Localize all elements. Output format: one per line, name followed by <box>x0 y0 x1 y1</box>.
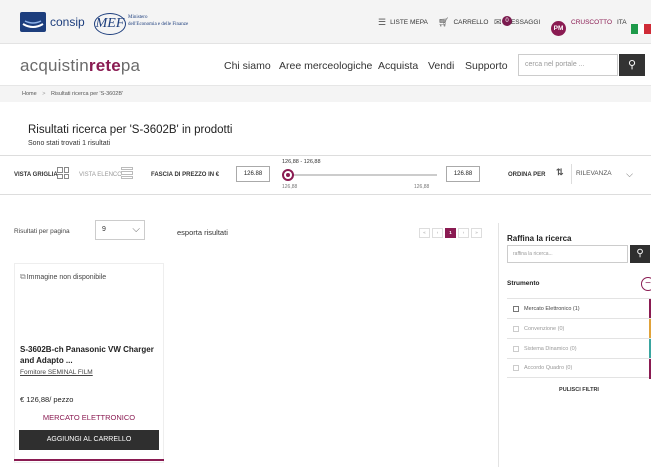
checkbox-icon[interactable] <box>513 305 519 312</box>
brand-part-2: rete <box>88 56 121 75</box>
italy-flag-icon[interactable] <box>631 24 651 34</box>
sort-by-label: ORDINA PER <box>508 172 546 178</box>
language-label: ITA <box>617 18 627 26</box>
search-icon: ⚲ <box>627 59 637 71</box>
search-icon: ⚲ <box>636 248 644 259</box>
price-max-input[interactable]: 126.88 <box>446 166 480 182</box>
option-sistema-dinamico: Sistema Dinamico (0) <box>507 338 651 359</box>
grid-view-icon[interactable] <box>57 167 69 179</box>
option-mercato-elettronico[interactable]: Mercato Elettronico (1) <box>507 298 651 319</box>
vista-elenco-label[interactable]: VISTA ELENCO <box>79 172 122 178</box>
chevron-down-icon: ⌵ <box>132 224 140 235</box>
nav-aree-merceologiche[interactable]: Aree merceologiche <box>279 60 372 72</box>
broken-image-icon: ⧉ <box>20 272 26 281</box>
product-price: € 126,88/ pezzo <box>20 395 74 404</box>
mail-icon: ✉ <box>494 16 502 27</box>
nav-vendi[interactable]: Vendi <box>428 60 454 72</box>
pager-last[interactable]: » <box>471 228 482 238</box>
portal-search-input[interactable]: cerca nel portale ... <box>518 54 618 76</box>
checkbox-icon <box>513 325 519 332</box>
consip-logo-text[interactable]: consip <box>50 15 85 29</box>
option-label: Sistema Dinamico (0) <box>524 345 577 352</box>
liste-mepa-label: LISTE MEPA <box>390 18 428 26</box>
product-title[interactable]: S-3602B-ch Panasonic VW Charger and Adap… <box>20 344 160 366</box>
product-supplier-link[interactable]: Fornitore SEMINAL FILM <box>20 369 93 376</box>
brand-logo[interactable]: acquistinretepa <box>20 56 140 76</box>
strumento-options: Mercato Elettronico (1) Convenzione (0) … <box>507 298 651 379</box>
results-count: Sono stati trovati 1 risultati <box>28 140 111 147</box>
price-slider-min: 126,88 <box>282 184 298 190</box>
brand-part-3: pa <box>120 56 141 75</box>
nav-supporto[interactable]: Supporto <box>465 60 508 72</box>
sort-select[interactable]: RILEVANZA ⌵ <box>571 164 637 184</box>
sort-icon[interactable]: ⇅ <box>556 167 564 178</box>
price-slider-max: 126,88 <box>414 184 430 190</box>
price-min-input[interactable]: 126.88 <box>236 166 270 182</box>
language-selector[interactable]: ITA <box>617 0 627 44</box>
checkbox-icon <box>513 345 519 352</box>
mef-subtitle-line1: Ministero <box>128 15 148 20</box>
brand-part-1: acquistin <box>20 56 89 75</box>
liste-mepa-link[interactable]: ☰ LISTE MEPA <box>378 0 428 44</box>
checkbox-icon <box>513 365 519 371</box>
price-range-label: FASCIA DI PREZZO IN € <box>151 172 220 178</box>
breadcrumb-separator: > <box>42 91 46 97</box>
messaggi-link[interactable]: ✉ MESSAGGI <box>494 0 540 44</box>
sort-select-value: RILEVANZA <box>576 170 612 177</box>
top-bar: consip MEF Ministero dell'Economia e del… <box>0 0 651 44</box>
mef-subtitle-line2: dell'Economia e delle Finanze <box>128 22 189 27</box>
refine-search-button[interactable]: ⚲ <box>630 245 650 263</box>
option-convenzione: Convenzione (0) <box>507 318 651 339</box>
pager-first[interactable]: « <box>419 228 430 238</box>
refine-title: Raffina la ricerca <box>507 234 572 243</box>
breadcrumb: Home > Risultati ricerca per 'S-3602B' <box>0 86 651 102</box>
per-page-value: 9 <box>102 226 106 233</box>
option-label: Accordo Quadro (0) <box>524 365 573 371</box>
carrello-link[interactable]: 🛒︎ CARRELLO <box>438 0 488 44</box>
product-market-label: MERCATO ELETTRONICO <box>42 413 136 422</box>
chevron-down-icon: ⌵ <box>626 169 633 179</box>
pagination: « ‹ 1 › » <box>419 228 482 238</box>
refine-search-input[interactable]: raffina la ricerca... <box>507 245 628 263</box>
page-title: Risultati ricerca per 'S-3602B' in prodo… <box>28 124 233 136</box>
breadcrumb-home[interactable]: Home <box>22 91 37 97</box>
product-image-alt: Immagine non disponibile <box>26 274 107 281</box>
consip-logo-icon[interactable] <box>20 12 46 32</box>
carrello-label: CARRELLO <box>453 18 489 26</box>
option-label: Mercato Elettronico (1) <box>524 305 580 312</box>
add-to-cart-button[interactable]: AGGIUNGI AL CARRELLO <box>19 430 159 450</box>
price-slider-track[interactable] <box>285 174 437 176</box>
avatar[interactable]: PM <box>551 21 566 36</box>
pager-page-1[interactable]: 1 <box>445 228 456 238</box>
price-slider-handle[interactable] <box>282 169 294 181</box>
cruscotto-link[interactable]: CRUSCOTTO <box>571 0 612 44</box>
nav-chi-siamo[interactable]: Chi siamo <box>224 60 271 72</box>
cruscotto-label: CRUSCOTTO <box>571 18 613 26</box>
mef-logo[interactable]: MEF <box>94 13 126 35</box>
price-range-value: 126,88 - 126,88 <box>282 159 321 165</box>
cart-icon: 🛒︎ <box>438 16 450 27</box>
portal-search-button[interactable]: ⚲ <box>619 54 645 76</box>
option-accordo-quadro: Accordo Quadro (0) <box>507 358 651 379</box>
pager-prev[interactable]: ‹ <box>432 228 443 238</box>
breadcrumb-current: Risultati ricerca per 'S-3602B' <box>50 91 124 97</box>
nav-acquista[interactable]: Acquista <box>378 60 418 72</box>
per-page-label: Risultati per pagina <box>14 228 70 235</box>
card-accent-line <box>14 459 164 461</box>
menu-icon: ☰ <box>378 16 387 27</box>
pager-next[interactable]: › <box>458 228 469 238</box>
product-image[interactable]: ⧉Immagine non disponibile <box>20 272 106 282</box>
strumento-section-title: Strumento <box>507 280 540 287</box>
collapse-icon[interactable]: − <box>641 277 651 291</box>
option-label: Convenzione (0) <box>524 325 565 332</box>
vista-griglia-label[interactable]: VISTA GRIGLIA <box>14 172 58 178</box>
messages-count-badge: 0 <box>502 16 512 26</box>
mef-subtitle: Ministero dell'Economia e delle Finanze <box>128 14 208 28</box>
clear-filters-button[interactable]: PULISCI FILTRI <box>507 387 651 393</box>
list-view-icon[interactable] <box>121 167 133 179</box>
export-results-link[interactable]: esporta risultati <box>177 228 228 237</box>
per-page-select[interactable]: 9 ⌵ <box>95 220 145 240</box>
